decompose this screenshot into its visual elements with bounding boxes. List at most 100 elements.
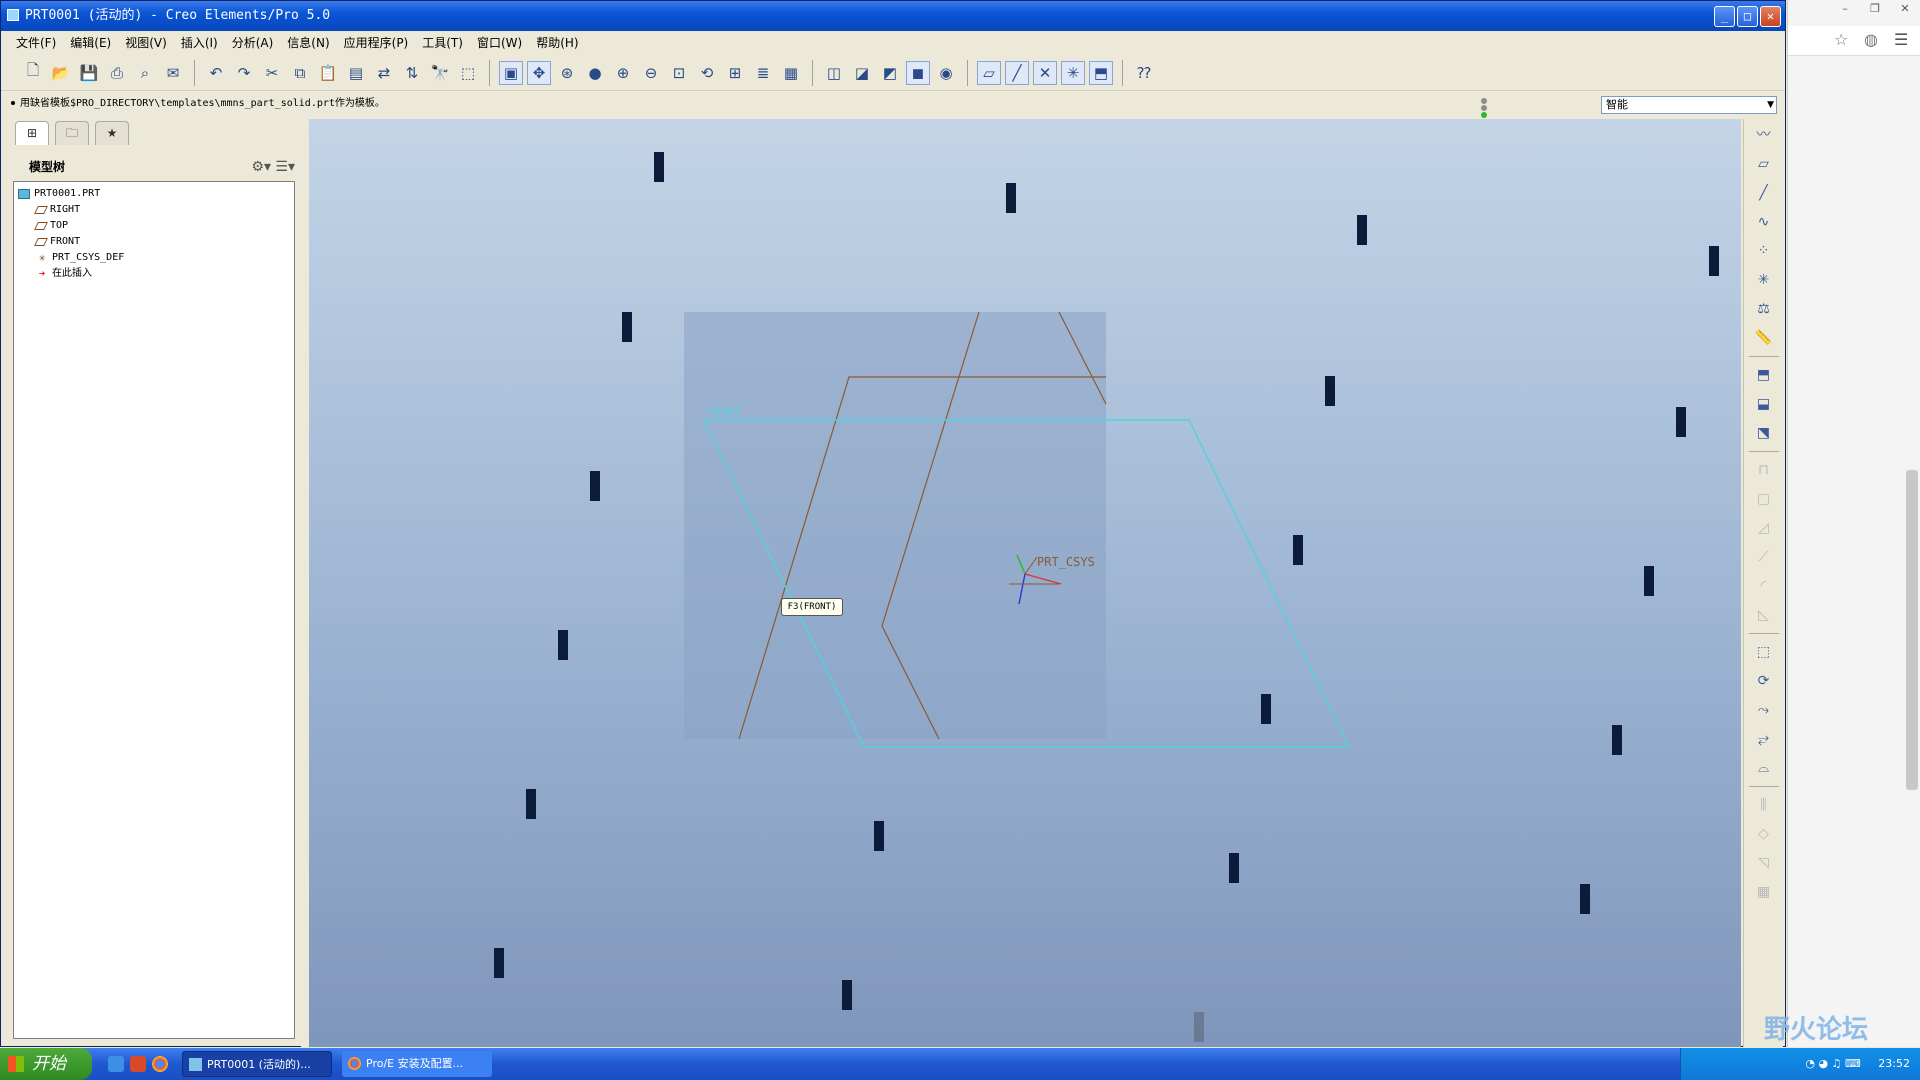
datum-point-tool-icon[interactable]: ⁘ — [1751, 238, 1777, 264]
reorient-icon[interactable]: ⟲ — [695, 61, 719, 85]
cut-icon[interactable]: ✂ — [260, 61, 284, 85]
minimize-button[interactable]: _ — [1714, 6, 1735, 27]
undo-icon[interactable]: ↶ — [204, 61, 228, 85]
datum-axis-display-icon[interactable]: ╱ — [1005, 60, 1029, 85]
csys-display-icon[interactable]: ✳ — [1061, 60, 1085, 85]
shell-icon[interactable]: ▢ — [1751, 486, 1777, 512]
tree-item-front[interactable]: FRONT — [14, 234, 294, 250]
ruler-icon[interactable]: 📏 — [1751, 325, 1777, 351]
select-box-icon[interactable]: ⬚ — [456, 61, 480, 85]
menu-view[interactable]: 视图(V) — [118, 32, 174, 54]
round-icon[interactable]: ◜ — [1751, 573, 1777, 599]
shrinkwrap-icon[interactable]: ⬓ — [1751, 391, 1777, 417]
tree-settings-icon[interactable]: ⚙▾ — [251, 159, 271, 175]
enhanced-realism-icon[interactable]: ◉ — [934, 61, 958, 85]
publish-geometry-icon[interactable]: ⬔ — [1751, 420, 1777, 446]
tree-item-top[interactable]: TOP — [14, 218, 294, 234]
chamfer-icon[interactable]: ◺ — [1751, 602, 1777, 628]
menu-analysis[interactable]: 分析(A) — [225, 32, 281, 54]
pane-splitter[interactable] — [301, 119, 309, 1047]
maximize-button[interactable]: □ — [1737, 6, 1758, 27]
selection-filter-dropdown[interactable]: 智能 ▼ — [1601, 96, 1777, 114]
menu-tools[interactable]: 工具(T) — [415, 32, 470, 54]
regenerate-icon[interactable]: ⇄ — [372, 61, 396, 85]
tree-item-csys[interactable]: ✳ PRT_CSYS_DEF — [14, 250, 294, 266]
globe-icon[interactable]: ◍ — [1864, 30, 1878, 49]
menu-file[interactable]: 文件(F) — [9, 32, 63, 54]
tree-item-right[interactable]: RIGHT — [14, 202, 294, 218]
browser-restore-icon[interactable]: ❐ — [1860, 0, 1890, 18]
new-file-icon[interactable]: 🗋 — [21, 61, 45, 85]
merge-icon[interactable]: ◇ — [1751, 821, 1777, 847]
sketch-icon[interactable]: 〰 — [1751, 122, 1777, 148]
menu-help[interactable]: 帮助(H) — [529, 32, 585, 54]
menu-window[interactable]: 窗口(W) — [470, 32, 529, 54]
tray-icons[interactable]: ◔ ◕ ♫ ⌨ — [1805, 1057, 1860, 1070]
sweep-icon[interactable]: ⤳ — [1751, 697, 1777, 723]
title-bar[interactable]: PRT0001 (活动的) - Creo Elements/Pro 5.0 _ … — [1, 1, 1785, 31]
quicklaunch-app-icon[interactable] — [130, 1056, 146, 1072]
redo-icon[interactable]: ↷ — [232, 61, 256, 85]
hole-icon[interactable]: ⊓ — [1751, 457, 1777, 483]
graphics-window[interactable]: FRONT PRT_CSYS F3(FRONT) — [309, 119, 1741, 1047]
paste-icon[interactable]: 📋 — [316, 61, 340, 85]
spin-center-icon[interactable]: ✥ — [527, 60, 551, 85]
analysis-feature-icon[interactable]: ⚖ — [1751, 296, 1777, 322]
revolve-icon[interactable]: ⟳ — [1751, 668, 1777, 694]
browser-minimize-icon[interactable]: – — [1830, 0, 1860, 18]
mirror-icon[interactable]: ⫼ — [1751, 792, 1777, 818]
datum-point-display-icon[interactable]: ✕ — [1033, 60, 1057, 85]
task-creo[interactable]: PRT0001 (活动的)... — [182, 1051, 332, 1077]
start-button[interactable]: 开始 — [0, 1048, 92, 1080]
tab-folder-browser[interactable]: 🗀 — [55, 121, 89, 145]
tree-columns-icon[interactable]: ☰▾ — [275, 159, 295, 175]
close-button[interactable]: ✕ — [1760, 6, 1781, 27]
copy-geometry-icon[interactable]: ⬒ — [1751, 362, 1777, 388]
browser-close-icon[interactable]: ✕ — [1890, 0, 1920, 18]
extrude-icon[interactable]: ⬚ — [1751, 639, 1777, 665]
menu-icon[interactable]: ☰ — [1894, 30, 1908, 49]
task-browser[interactable]: Pro/E 安装及配置... — [342, 1051, 492, 1077]
tree-item-insert-here[interactable]: ➔ 在此插入 — [14, 266, 294, 282]
layers-icon[interactable]: ≣ — [751, 61, 775, 85]
menu-applications[interactable]: 应用程序(P) — [337, 32, 416, 54]
annotation-display-icon[interactable]: ⬒ — [1089, 60, 1113, 85]
menu-insert[interactable]: 插入(I) — [174, 32, 225, 54]
regenerate-manager-icon[interactable]: ⇅ — [400, 61, 424, 85]
draft-icon[interactable]: ⟋ — [1751, 544, 1777, 570]
wireframe-icon[interactable]: ◫ — [822, 61, 846, 85]
tab-model-tree[interactable]: ⊞ — [15, 121, 49, 145]
saved-views-icon[interactable]: ⊞ — [723, 61, 747, 85]
zoom-in-icon[interactable]: ⊕ — [611, 61, 635, 85]
print-icon[interactable]: ⎙ — [105, 61, 129, 85]
save-icon[interactable]: 💾 — [77, 61, 101, 85]
datum-plane-tool-icon[interactable]: ▱ — [1751, 151, 1777, 177]
swept-blend-icon[interactable]: ⥂ — [1751, 726, 1777, 752]
appearance-icon[interactable]: ● — [583, 61, 607, 85]
no-hidden-icon[interactable]: ◩ — [878, 61, 902, 85]
csys-tool-icon[interactable]: ✳ — [1751, 267, 1777, 293]
shading-icon[interactable]: ◼ — [906, 60, 930, 85]
star-icon[interactable]: ☆ — [1834, 30, 1848, 49]
find-icon[interactable]: 🔭 — [428, 61, 452, 85]
menu-info[interactable]: 信息(N) — [280, 32, 336, 54]
refit-icon[interactable]: ⊡ — [667, 61, 691, 85]
quicklaunch-chrome-icon[interactable] — [152, 1056, 168, 1072]
tab-favorites[interactable]: ★ — [95, 121, 129, 145]
copy-icon[interactable]: ⧉ — [288, 61, 312, 85]
datum-plane-display-icon[interactable]: ▱ — [977, 60, 1001, 85]
repaint-icon[interactable]: ▣ — [499, 60, 523, 85]
pattern-icon[interactable]: ▦ — [1751, 879, 1777, 905]
datum-axis-tool-icon[interactable]: ╱ — [1751, 180, 1777, 206]
view-manager-icon[interactable]: ▦ — [779, 61, 803, 85]
open-file-icon[interactable]: 📂 — [49, 61, 73, 85]
hidden-line-icon[interactable]: ◪ — [850, 61, 874, 85]
quicklaunch-ie-icon[interactable] — [108, 1056, 124, 1072]
context-help-icon[interactable]: ⁇ — [1132, 61, 1156, 85]
menu-edit[interactable]: 编辑(E) — [63, 32, 118, 54]
datum-curve-tool-icon[interactable]: ∿ — [1751, 209, 1777, 235]
email-icon[interactable]: ✉ — [161, 61, 185, 85]
rib-icon[interactable]: ◿ — [1751, 515, 1777, 541]
zoom-out-icon[interactable]: ⊖ — [639, 61, 663, 85]
trim-icon[interactable]: ◹ — [1751, 850, 1777, 876]
